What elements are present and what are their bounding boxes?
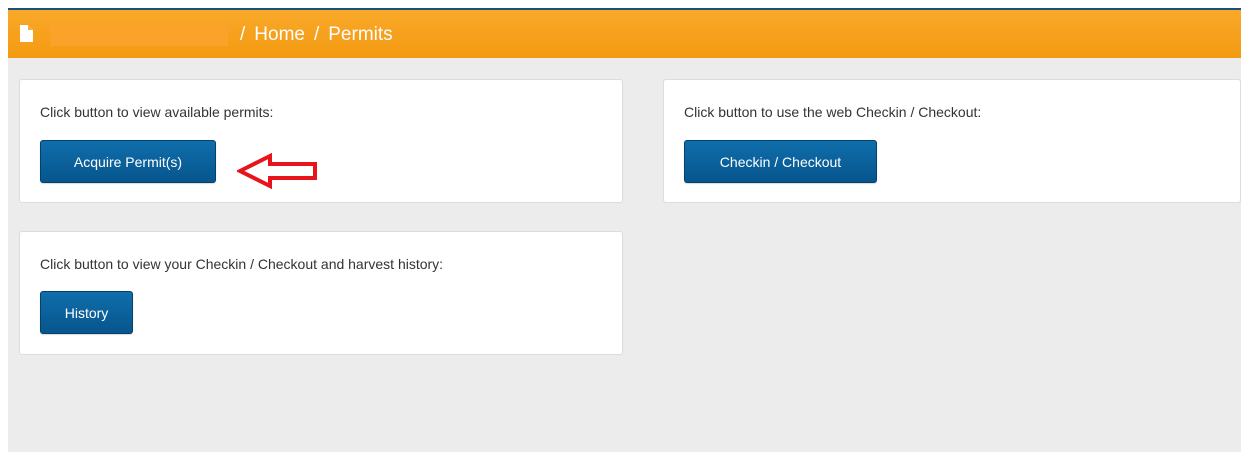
history-card: Click button to view your Checkin / Chec… [19, 231, 623, 355]
app-container: / Home / Permits Click button to view av… [8, 8, 1241, 452]
breadcrumb-home-link[interactable]: Home [254, 24, 305, 46]
breadcrumb-current-page: Permits [328, 24, 393, 45]
acquire-permits-button[interactable]: Acquire Permit(s) [40, 140, 216, 183]
breadcrumb-separator: / [240, 24, 246, 45]
checkin-card-text: Click button to use the web Checkin / Ch… [684, 104, 982, 120]
history-card-text: Click button to view your Checkin / Chec… [40, 256, 444, 272]
permits-card-text: Click button to view available permits: [40, 104, 274, 120]
top-navigation-bar: / Home / Permits [8, 8, 1241, 58]
left-arrow-icon [237, 153, 317, 189]
redacted-brand-name [50, 24, 228, 46]
breadcrumb-separator: / [313, 24, 320, 45]
document-icon [20, 25, 33, 42]
checkin-checkout-button[interactable]: Checkin / Checkout [684, 140, 877, 183]
breadcrumb: / Home / Permits [50, 21, 393, 49]
history-button[interactable]: History [40, 291, 133, 334]
checkin-checkout-card: Click button to use the web Checkin / Ch… [663, 79, 1241, 203]
permits-card: Click button to view available permits: … [19, 79, 623, 203]
